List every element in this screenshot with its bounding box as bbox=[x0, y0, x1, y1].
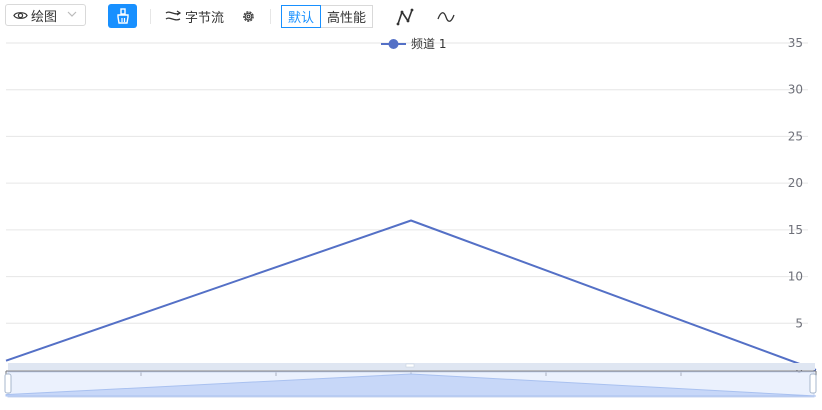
series-line bbox=[5, 219, 817, 371]
y-tick-label: 30 bbox=[788, 83, 803, 97]
y-tick-label: 20 bbox=[788, 176, 803, 190]
zoom-handle-left[interactable] bbox=[4, 373, 12, 394]
zoom-slider-grip[interactable] bbox=[405, 363, 415, 368]
series-layer bbox=[5, 219, 817, 371]
legend-marker bbox=[388, 39, 399, 49]
chart-area: 51015202530350 频道 1 bbox=[4, 36, 817, 398]
zoom-handle-right[interactable] bbox=[809, 373, 817, 394]
y-tick-label: 10 bbox=[788, 270, 803, 284]
data-zoom-slider[interactable] bbox=[4, 363, 817, 398]
y-axis-ticks: 51015202530350 bbox=[788, 36, 803, 376]
y-tick-label: 5 bbox=[795, 316, 803, 330]
grid-lines bbox=[6, 42, 808, 324]
legend-label: 频道 1 bbox=[411, 37, 446, 51]
y-tick-label: 25 bbox=[788, 129, 803, 143]
y-tick-label: 15 bbox=[788, 223, 803, 237]
legend[interactable]: 频道 1 bbox=[381, 37, 446, 51]
y-tick-label: 35 bbox=[788, 36, 803, 50]
